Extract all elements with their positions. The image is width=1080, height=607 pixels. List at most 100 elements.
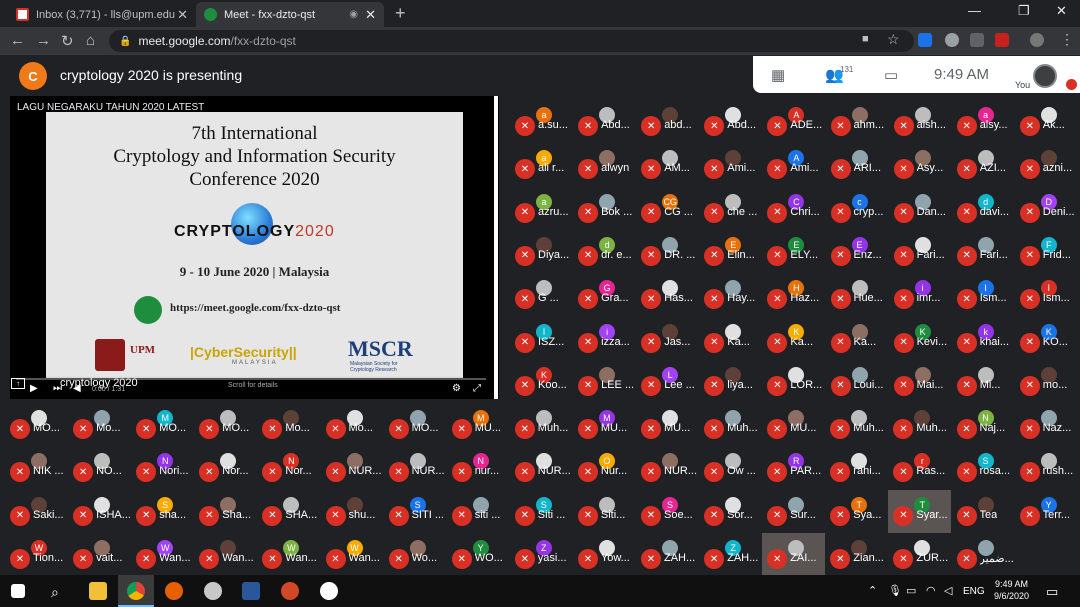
participant-tile[interactable]: ✕ Srosa...	[951, 446, 1015, 490]
language-indicator[interactable]: ENG	[963, 586, 985, 597]
participant-tile[interactable]: ✕ che ...	[699, 186, 763, 230]
participant-tile[interactable]: ✕ alwyn	[573, 143, 637, 187]
participant-tile[interactable]: ✕ k khai...	[951, 316, 1015, 360]
reload-icon[interactable]: ↻	[61, 32, 74, 50]
menu-icon[interactable]: ⋮	[1060, 31, 1074, 48]
participant-tile[interactable]: ✕ M MU...	[446, 403, 510, 447]
participant-tile[interactable]: ✕ ZAI...	[762, 533, 826, 576]
participant-tile[interactable]: ✕ Abd...	[699, 100, 763, 143]
grid-layout-icon[interactable]: ▦	[771, 66, 785, 84]
participant-tile[interactable]: ✕ F Frid...	[1014, 229, 1078, 273]
firefox-icon[interactable]	[165, 582, 183, 600]
participant-tile[interactable]: ✕ E Elin...	[699, 229, 763, 273]
forward-icon[interactable]: →	[36, 32, 51, 49]
restore-button[interactable]: ❐	[1018, 3, 1030, 19]
participant-tile[interactable]: ✕ R PAR...	[762, 446, 826, 490]
participant-tile[interactable]: ✕ rush...	[1014, 446, 1078, 490]
participant-tile[interactable]: ✕ AM...	[636, 143, 700, 187]
participant-tile[interactable]: ✕ Nor...	[194, 446, 258, 490]
participant-tile[interactable]: ✕ Abd...	[573, 100, 637, 143]
participant-tile[interactable]: ✕ E Enz...	[825, 229, 889, 273]
close-window-button[interactable]: ✕	[1056, 3, 1067, 19]
participant-tile[interactable]: ✕ a ali r...	[510, 143, 573, 187]
participant-tile[interactable]: ✕ Fari...	[951, 229, 1015, 273]
participant-tile[interactable]: ✕ Asy...	[888, 143, 952, 187]
participant-tile[interactable]: ✕ c cryp...	[825, 186, 889, 230]
participant-tile[interactable]: ✕ LOR...	[762, 359, 826, 403]
home-icon[interactable]: ⌂	[86, 32, 95, 49]
participant-tile[interactable]: ✕ Y Terr...	[1014, 489, 1078, 533]
participant-tile[interactable]: ✕ NO...	[68, 446, 132, 490]
participant-tile[interactable]: ✕ W Wan...	[320, 533, 384, 576]
participant-tile[interactable]: ✕ Nnur...	[446, 446, 510, 490]
participant-tile[interactable]: ✕ Muh...	[509, 403, 573, 447]
participant-tile[interactable]: ✕ Hue...	[825, 273, 889, 317]
participant-tile[interactable]: ✕ Ow ...	[699, 446, 763, 490]
participant-tile[interactable]: ✕ K Koo...	[510, 359, 573, 403]
participant-tile[interactable]: ✕ S Siti ...	[509, 489, 573, 533]
notifications-icon[interactable]: ▭	[1046, 584, 1058, 600]
drive-icon[interactable]	[320, 582, 338, 600]
address-bar[interactable]: 🔒 meet.google.com /fxx-dzto-qst	[109, 30, 914, 52]
search-icon[interactable]: ⌕	[51, 584, 59, 601]
participant-tile[interactable]: ✕ Mo...	[320, 403, 384, 447]
powerpoint-icon[interactable]	[281, 582, 299, 600]
windows-start-icon[interactable]	[11, 584, 25, 598]
participant-tile[interactable]: ✕ AZI...	[951, 143, 1015, 187]
participant-tile[interactable]: ✕ abd...	[636, 100, 700, 143]
participant-tile[interactable]: ✕ NUR...	[636, 446, 699, 490]
participant-tile[interactable]: ✕ Sor...	[699, 489, 763, 533]
participant-tile[interactable]: ✕ ZAH...	[636, 533, 699, 576]
participant-tile[interactable]: ✕ a a.su...	[510, 100, 573, 143]
wifi-icon[interactable]: ◠	[926, 584, 936, 597]
participant-tile[interactable]: ✕ K Kevi...	[888, 316, 952, 360]
chat-icon[interactable]: ▭	[884, 66, 898, 84]
participant-tile[interactable]: ✕ Ak...	[1014, 100, 1078, 143]
participant-tile[interactable]: ✕ a alsy...	[951, 100, 1015, 143]
participant-tile[interactable]: ✕ vait...	[68, 533, 132, 576]
participant-tile[interactable]: ✕ MU...	[636, 403, 699, 447]
participant-tile[interactable]: ✕ Muh...	[699, 403, 763, 447]
participant-tile[interactable]: ✕ Muh...	[888, 403, 952, 447]
participant-tile[interactable]: ✕ Ami...	[699, 143, 763, 187]
participant-tile[interactable]: ✕ Ka...	[699, 316, 763, 360]
participant-tile[interactable]: ✕ Wan...	[194, 533, 258, 576]
participant-tile[interactable]: ✕ ahm...	[825, 100, 889, 143]
participant-tile[interactable]: ✕ S Soe...	[636, 489, 699, 533]
participant-tile[interactable]: ✕ I ISZ...	[510, 316, 573, 360]
participant-tile[interactable]: ✕ S SITI ...	[383, 489, 447, 533]
participant-tile[interactable]: ✕ ISHA...	[68, 489, 132, 533]
participant-tile[interactable]: ✕ Z ZAH...	[699, 533, 763, 576]
participant-tile[interactable]: ✕ LEE ...	[573, 359, 637, 403]
participant-tile[interactable]: ✕ MO...	[5, 403, 68, 447]
participant-tile[interactable]: ✕ W Wan...	[131, 533, 195, 576]
extension-shield-icon[interactable]	[945, 33, 959, 47]
participant-tile[interactable]: ✕ Tea	[951, 489, 1015, 533]
participant-tile[interactable]: ✕ G ...	[510, 273, 573, 317]
participant-tile[interactable]: ✕ liya...	[699, 359, 763, 403]
participant-tile[interactable]: ✕ Diya...	[510, 229, 573, 273]
participant-tile[interactable]: ✕ Ka...	[825, 316, 889, 360]
participant-tile[interactable]: ✕ E ELY...	[762, 229, 826, 273]
participant-tile[interactable]: ✕ Mo...	[257, 403, 321, 447]
participant-tile[interactable]: ✕ D Deni...	[1014, 186, 1078, 230]
participant-tile[interactable]: ✕ i imr...	[888, 273, 952, 317]
participant-tile[interactable]: ✕ H Haz...	[762, 273, 826, 317]
tab-meet[interactable]: Meet - fxx-dzto-qst ◉ ✕	[196, 2, 384, 27]
participant-tile[interactable]: ✕ ZUR...	[888, 533, 952, 576]
participant-tile[interactable]: ✕ i izza...	[573, 316, 637, 360]
participant-tile[interactable]: ✕ Hay...	[699, 273, 763, 317]
participant-tile[interactable]: ✕ shu...	[320, 489, 384, 533]
participant-tile[interactable]: ✕ DR. ...	[636, 229, 700, 273]
participant-tile[interactable]: ✕ Mo...	[68, 403, 132, 447]
new-tab-button[interactable]: +	[395, 3, 406, 24]
participant-tile[interactable]: ✕ Naz...	[1014, 403, 1078, 447]
participant-tile[interactable]: ✕ Dan...	[888, 186, 952, 230]
participant-tile[interactable]: ✕ Siti...	[572, 489, 636, 533]
participant-tile[interactable]: ✕ L Lee ...	[636, 359, 700, 403]
fullscreen-icon[interactable]: ⤢	[473, 383, 481, 394]
participant-tile[interactable]: ✕ ARI...	[825, 143, 889, 187]
participant-tile[interactable]: ✕ MO...	[383, 403, 447, 447]
participant-tile[interactable]: ✕ Mi...	[951, 359, 1015, 403]
participant-tile[interactable]: ✕ Sha...	[194, 489, 258, 533]
